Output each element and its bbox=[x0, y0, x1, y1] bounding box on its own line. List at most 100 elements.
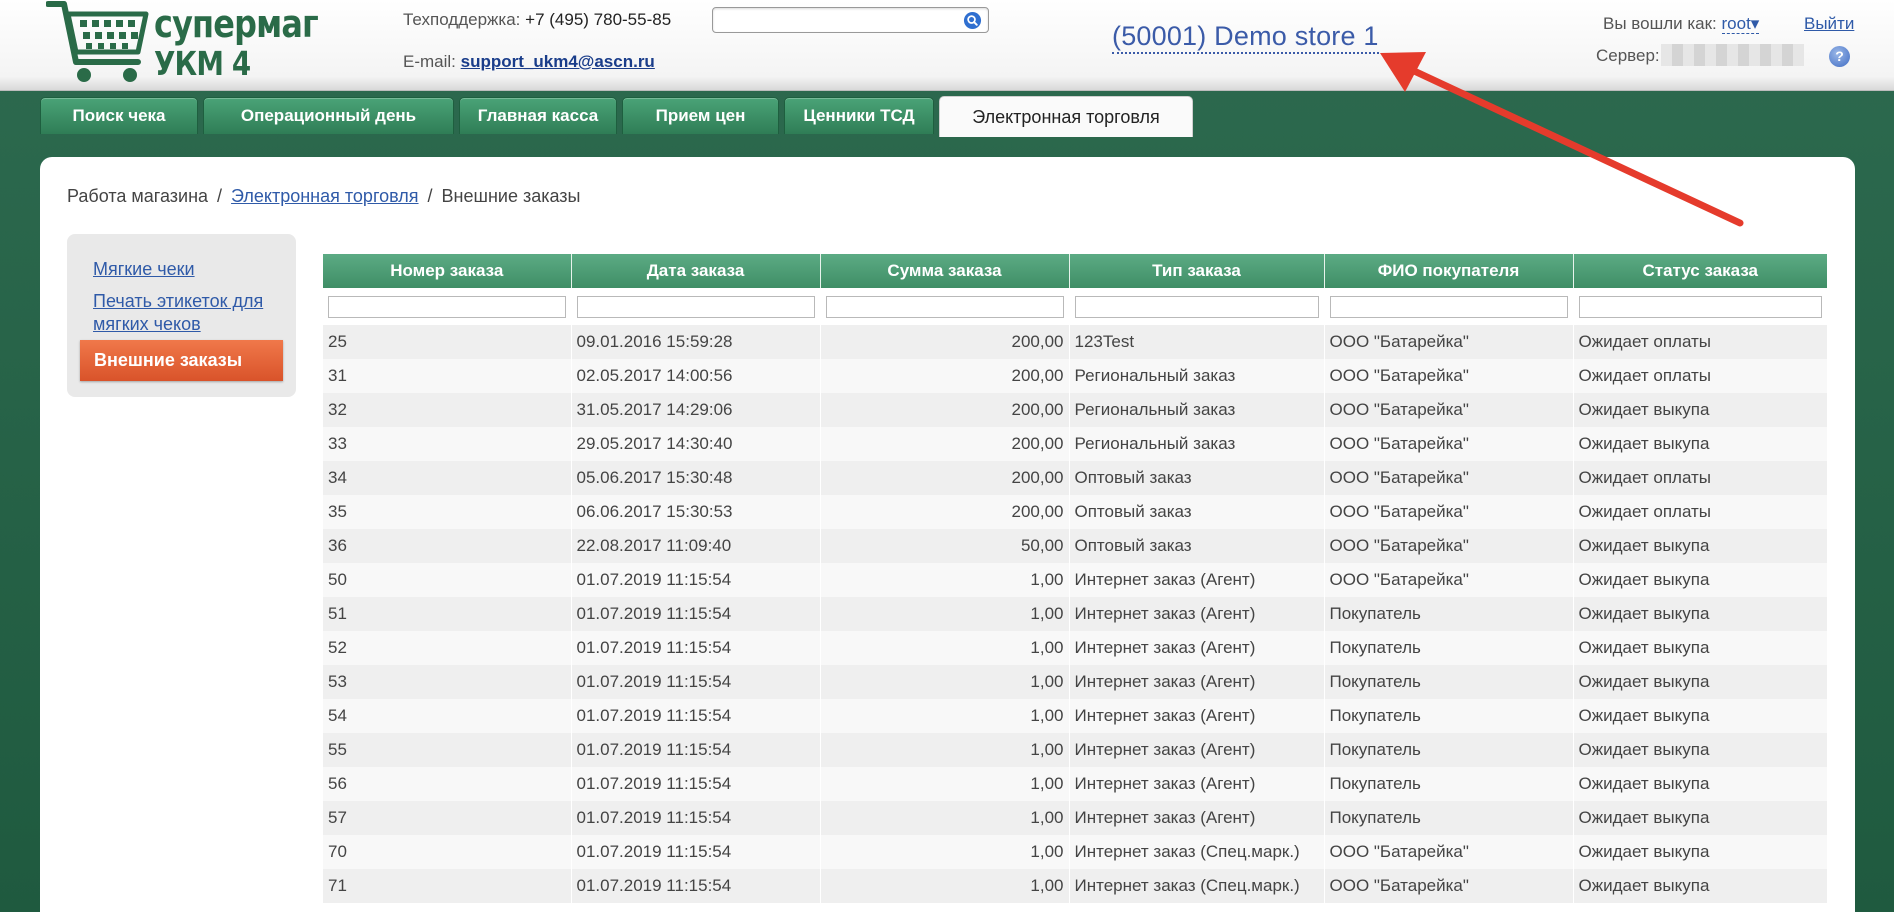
cell-customer-name: ООО "Батарейка" bbox=[1324, 461, 1574, 495]
column-header-order-number[interactable]: Номер заказа bbox=[323, 254, 572, 288]
user-menu[interactable]: root▾ bbox=[1721, 14, 1760, 34]
cell-order-sum: 1,00 bbox=[820, 869, 1070, 903]
table-row[interactable]: 32 31.05.2017 14:29:06 200,00 Региональный … bbox=[323, 393, 1828, 427]
cell-order-status: Ожидает выкупа bbox=[1573, 563, 1828, 597]
cell-order-type: Интернет заказ (Агент) bbox=[1069, 563, 1325, 597]
cell-order-number: 50 bbox=[323, 563, 572, 597]
cell-order-number: 35 bbox=[323, 495, 572, 529]
cell-order-type: Интернет заказ (Агент) bbox=[1069, 767, 1325, 801]
cell-order-type: Интернет заказ (Агент) bbox=[1069, 733, 1325, 767]
table-row[interactable]: 50 01.07.2019 11:15:54 1,00 Интернет заказ … bbox=[323, 563, 1828, 597]
cell-order-sum: 200,00 bbox=[820, 461, 1070, 495]
cell-order-date: 01.07.2019 11:15:54 bbox=[571, 801, 821, 835]
cell-customer-name: ООО "Батарейка" bbox=[1324, 495, 1574, 529]
sidebar-item-print-labels[interactable]: Печать этикеток для мягких чеков bbox=[93, 290, 263, 336]
table-row[interactable]: 56 01.07.2019 11:15:54 1,00 Интернет заказ … bbox=[323, 767, 1828, 801]
cell-order-type: Региональный заказ bbox=[1069, 359, 1325, 393]
cell-customer-name: Покупатель bbox=[1324, 801, 1574, 835]
cell-order-sum: 200,00 bbox=[820, 495, 1070, 529]
table-row[interactable]: 36 22.08.2017 11:09:40 50,00 Оптовый заказ О… bbox=[323, 529, 1828, 563]
cell-customer-name: ООО "Батарейка" bbox=[1324, 393, 1574, 427]
table-row[interactable]: 70 01.07.2019 11:15:54 1,00 Интернет заказ … bbox=[323, 835, 1828, 869]
help-icon[interactable]: ? bbox=[1829, 46, 1850, 67]
table-row[interactable]: 57 01.07.2019 11:15:54 1,00 Интернет заказ … bbox=[323, 801, 1828, 835]
cell-customer-name: Покупатель bbox=[1324, 699, 1574, 733]
cell-customer-name: Покупатель bbox=[1324, 597, 1574, 631]
cell-order-number: 36 bbox=[323, 529, 572, 563]
cell-order-sum: 50,00 bbox=[820, 529, 1070, 563]
search-icon[interactable] bbox=[963, 11, 982, 30]
logout-link[interactable]: Выйти bbox=[1804, 14, 1854, 34]
email-label: E-mail: bbox=[403, 52, 456, 71]
tab-operational-day[interactable]: Операционный день bbox=[203, 97, 454, 134]
content-panel: Работа магазина / Электронная торговля / Вне… bbox=[40, 157, 1855, 912]
tab-e-commerce[interactable]: Электронная торговля bbox=[939, 96, 1193, 137]
breadcrumb-current: Внешние заказы bbox=[441, 186, 581, 206]
column-header-customer-name[interactable]: ФИО покупателя bbox=[1324, 254, 1574, 288]
filter-order-sum-input[interactable] bbox=[825, 295, 1064, 318]
orders-table-wrapper: Номер заказа Дата заказа Сумма заказа Ти… bbox=[323, 254, 1828, 903]
cell-order-type: Оптовый заказ bbox=[1069, 461, 1325, 495]
filter-order-date-input[interactable] bbox=[576, 295, 815, 318]
table-row[interactable]: 25 09.01.2016 15:59:28 200,00 123Test ООО "Б… bbox=[323, 325, 1828, 359]
table-row[interactable]: 31 02.05.2017 14:00:56 200,00 Региональный … bbox=[323, 359, 1828, 393]
login-label: Вы вошли как: bbox=[1603, 14, 1717, 33]
sidebar-item-soft-receipts[interactable]: Мягкие чеки bbox=[93, 258, 195, 281]
cell-order-sum: 1,00 bbox=[820, 835, 1070, 869]
filter-order-status-input[interactable] bbox=[1578, 295, 1822, 318]
cell-order-date: 06.06.2017 15:30:53 bbox=[571, 495, 821, 529]
sidebar-item-label: мягких чеков bbox=[93, 314, 201, 334]
search-input[interactable] bbox=[719, 11, 959, 29]
table-row[interactable]: 51 01.07.2019 11:15:54 1,00 Интернет заказ … bbox=[323, 597, 1828, 631]
cell-order-type: Интернет заказ (Агент) bbox=[1069, 631, 1325, 665]
table-row[interactable]: 55 01.07.2019 11:15:54 1,00 Интернет заказ … bbox=[323, 733, 1828, 767]
table-row[interactable]: 35 06.06.2017 15:30:53 200,00 Оптовый заказ… bbox=[323, 495, 1828, 529]
tab-receipt-search[interactable]: Поиск чека bbox=[40, 97, 198, 134]
top-header: супермаг УКМ 4 Техподдержка: +7 (495) 78… bbox=[0, 0, 1894, 91]
search-box bbox=[712, 7, 989, 33]
cell-customer-name: Покупатель bbox=[1324, 733, 1574, 767]
column-header-order-status[interactable]: Статус заказа bbox=[1573, 254, 1827, 288]
tab-main-cash[interactable]: Главная касса bbox=[459, 97, 617, 134]
table-row[interactable]: 53 01.07.2019 11:15:54 1,00 Интернет заказ … bbox=[323, 665, 1828, 699]
sidebar-item-external-orders[interactable]: Внешние заказы bbox=[80, 340, 283, 381]
breadcrumb-separator: / bbox=[427, 186, 433, 206]
tab-price-receive[interactable]: Прием цен bbox=[622, 97, 779, 134]
column-header-order-date[interactable]: Дата заказа bbox=[571, 254, 821, 288]
breadcrumb-e-commerce-link[interactable]: Электронная торговля bbox=[231, 186, 418, 206]
table-row[interactable]: 54 01.07.2019 11:15:54 1,00 Интернет заказ … bbox=[323, 699, 1828, 733]
email-info: E-mail: support_ukm4@ascn.ru bbox=[403, 52, 655, 72]
cell-order-status: Ожидает оплаты bbox=[1573, 461, 1828, 495]
support-email-link[interactable]: support_ukm4@ascn.ru bbox=[461, 52, 655, 71]
cell-order-date: 29.05.2017 14:30:40 bbox=[571, 427, 821, 461]
cell-order-number: 32 bbox=[323, 393, 572, 427]
table-row[interactable]: 71 01.07.2019 11:15:54 1,00 Интернет заказ … bbox=[323, 869, 1828, 903]
cell-customer-name: ООО "Батарейка" bbox=[1324, 325, 1574, 359]
sidebar-item-label: Печать этикеток для bbox=[93, 291, 264, 311]
cell-order-date: 31.05.2017 14:29:06 bbox=[571, 393, 821, 427]
tab-price-tags-tsd[interactable]: Ценники ТСД bbox=[784, 97, 934, 134]
filter-customer-name-input[interactable] bbox=[1329, 295, 1568, 318]
table-row[interactable]: 33 29.05.2017 14:30:40 200,00 Региональный … bbox=[323, 427, 1828, 461]
app-logo[interactable]: супермаг УКМ 4 bbox=[46, 0, 319, 85]
cell-order-status: Ожидает выкупа bbox=[1573, 427, 1828, 461]
column-header-order-sum[interactable]: Сумма заказа bbox=[820, 254, 1070, 288]
table-row[interactable]: 52 01.07.2019 11:15:54 1,00 Интернет заказ … bbox=[323, 631, 1828, 665]
cell-order-status: Ожидает оплаты bbox=[1573, 359, 1828, 393]
orders-table: Номер заказа Дата заказа Сумма заказа Ти… bbox=[323, 254, 1828, 903]
store-selector[interactable]: (50001) Demo store 1 bbox=[1112, 20, 1379, 54]
column-header-order-type[interactable]: Тип заказа bbox=[1069, 254, 1325, 288]
sidebar-menu: Мягкие чеки Печать этикеток для мягких ч… bbox=[67, 234, 296, 397]
table-row[interactable]: 34 05.06.2017 15:30:48 200,00 Оптовый заказ… bbox=[323, 461, 1828, 495]
cell-order-date: 09.01.2016 15:59:28 bbox=[571, 325, 821, 359]
cell-order-date: 01.07.2019 11:15:54 bbox=[571, 767, 821, 801]
cell-order-number: 52 bbox=[323, 631, 572, 665]
cell-customer-name: Покупатель bbox=[1324, 665, 1574, 699]
cell-order-sum: 1,00 bbox=[820, 767, 1070, 801]
cell-order-sum: 1,00 bbox=[820, 563, 1070, 597]
cell-order-status: Ожидает выкупа bbox=[1573, 631, 1828, 665]
filter-order-number-input[interactable] bbox=[328, 295, 566, 318]
filter-order-type-input[interactable] bbox=[1074, 295, 1319, 318]
cell-customer-name: Покупатель bbox=[1324, 631, 1574, 665]
cell-order-sum: 1,00 bbox=[820, 801, 1070, 835]
